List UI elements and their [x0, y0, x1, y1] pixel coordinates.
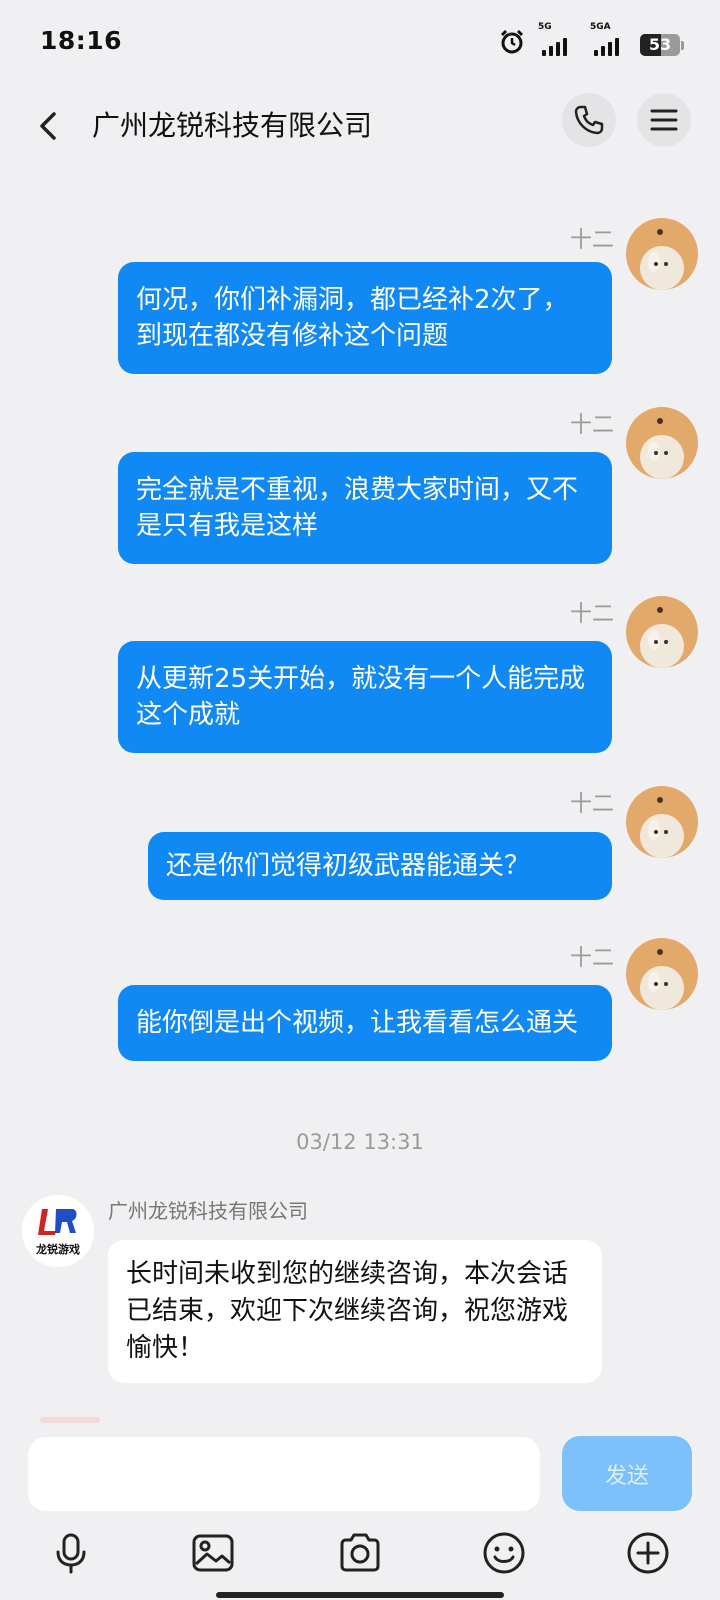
more-button[interactable]	[620, 1525, 676, 1581]
message-input[interactable]	[28, 1437, 540, 1511]
chat-bubble-outgoing[interactable]: 从更新25关开始，就没有一个人能完成这个成就	[118, 641, 612, 753]
send-button[interactable]: 发送	[562, 1436, 692, 1511]
voice-button[interactable]	[43, 1525, 99, 1581]
sender-name: 广州龙锐科技有限公司	[108, 1199, 308, 1223]
alarm-icon	[500, 29, 524, 54]
message-timestamp: 十二	[569, 413, 614, 438]
avatar-image	[626, 786, 698, 858]
battery-icon: 53	[640, 34, 680, 56]
battery-level: 53	[648, 35, 672, 54]
chat-bubble-outgoing[interactable]: 何况，你们补漏洞，都已经补2次了，到现在都没有修补这个问题	[118, 262, 612, 374]
chat-bubble-outgoing[interactable]: 完全就是不重视，浪费大家时间，又不是只有我是这样	[118, 452, 612, 564]
chat-bubble-outgoing[interactable]: 还是你们觉得初级武器能通关？	[148, 832, 612, 900]
message-timestamp: 十二	[569, 792, 614, 817]
image-icon	[192, 1534, 234, 1572]
chevron-left-icon	[40, 112, 56, 140]
menu-button[interactable]	[637, 93, 691, 147]
phone-icon	[574, 105, 604, 135]
company-avatar[interactable]: 龙锐游戏	[22, 1195, 94, 1267]
signal-label: 5GA	[590, 22, 611, 32]
microphone-icon	[56, 1533, 86, 1574]
status-icons: 5G 5GA 53	[498, 22, 684, 56]
hamburger-icon	[650, 109, 678, 131]
signal-5g-icon: 5G	[536, 22, 578, 56]
avatar-image	[626, 938, 698, 1010]
composer-toolbar	[0, 1525, 720, 1585]
chat-header: 广州龙锐科技有限公司	[0, 88, 720, 184]
camera-button[interactable]	[332, 1525, 388, 1581]
avatar-image	[626, 218, 698, 290]
signal-label: 5G	[538, 22, 552, 32]
partially-hidden-avatar	[40, 1417, 100, 1423]
avatar-image	[626, 596, 698, 668]
chat-bubble-outgoing[interactable]: 能你倒是出个视频，让我看看怎么通关	[118, 985, 612, 1061]
avatar[interactable]	[626, 938, 698, 1010]
emoji-icon	[483, 1532, 525, 1574]
signal-5ga-icon: 5GA	[588, 22, 630, 56]
back-button[interactable]	[24, 102, 74, 152]
message-timestamp: 十二	[569, 602, 614, 627]
plus-icon	[627, 1532, 669, 1574]
date-separator: 03/12 13:31	[296, 1130, 424, 1154]
image-button[interactable]	[185, 1525, 241, 1581]
avatar[interactable]	[626, 596, 698, 668]
avatar-image	[626, 407, 698, 479]
message-timestamp: 十二	[569, 228, 614, 253]
message-timestamp: 十二	[569, 946, 614, 971]
company-logo-text: 龙锐游戏	[36, 1243, 80, 1256]
avatar[interactable]	[626, 218, 698, 290]
page-title: 广州龙锐科技有限公司	[92, 109, 373, 142]
avatar[interactable]	[626, 407, 698, 479]
avatar[interactable]	[626, 786, 698, 858]
chat-bubble-incoming[interactable]: 长时间未收到您的继续咨询，本次会话已结束，欢迎下次继续咨询，祝您游戏愉快！	[108, 1240, 602, 1383]
emoji-button[interactable]	[476, 1525, 532, 1581]
call-button[interactable]	[562, 93, 616, 147]
status-time: 18:16	[40, 26, 123, 55]
status-bar: 18:16 5G 5GA 53	[0, 0, 720, 88]
home-indicator[interactable]	[216, 1592, 504, 1598]
camera-icon	[340, 1533, 380, 1572]
